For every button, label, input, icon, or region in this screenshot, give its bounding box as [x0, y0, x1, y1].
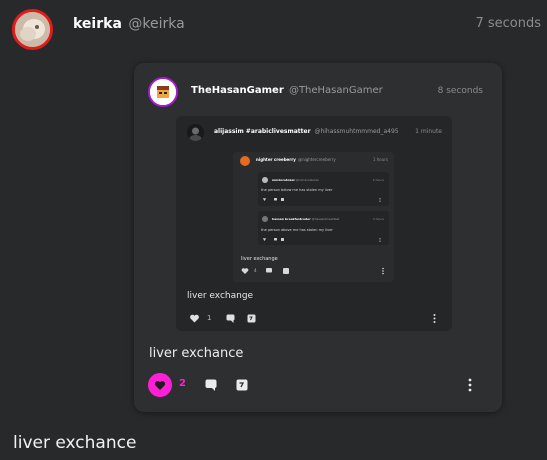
nested-4b-text: the person above me has stolen my liver — [261, 228, 333, 232]
comment-icon — [274, 238, 277, 241]
nested-4b-header: hassan breakfastcoder @hassanbreakfast — [272, 217, 339, 221]
nested-3-actions: 4 — [241, 267, 387, 275]
avatar-level4a[interactable] — [262, 177, 268, 183]
nested-4a-actions — [263, 198, 381, 202]
author-handle[interactable]: @nightercreeberry — [298, 157, 336, 162]
nested-2-timestamp: 1 minute — [415, 128, 442, 135]
post-header-keirka: keirka @keirka — [73, 16, 185, 32]
nested-3-text: liver exchange — [241, 256, 278, 262]
heart-icon — [154, 381, 166, 390]
author-name[interactable]: TheHasanGamer — [191, 85, 284, 96]
author-handle[interactable]: @hassanbreakfast — [312, 217, 340, 221]
nested-4a-timestamp: 2 hours — [372, 178, 384, 182]
more-icon — [379, 198, 381, 199]
avatar-level4b[interactable] — [262, 216, 268, 222]
nested-4b-timestamp: 3 hours — [372, 217, 384, 221]
quote-icon — [281, 198, 284, 201]
comment-icon[interactable] — [265, 267, 273, 275]
more-icon[interactable] — [467, 378, 473, 392]
nested-4a-header: mmdoretokal @mmdoretokal — [272, 178, 318, 182]
avatar-alijassim[interactable] — [187, 124, 204, 141]
nested-4b-actions — [263, 238, 381, 242]
like-count: 2 — [179, 378, 186, 389]
quote-icon[interactable] — [282, 267, 290, 275]
like-count: 1 — [207, 314, 212, 322]
more-icon[interactable] — [381, 267, 385, 275]
like-button[interactable] — [148, 373, 172, 397]
nested-4a-text: the person below me has stolen my liver — [261, 188, 333, 192]
comment-icon[interactable] — [204, 378, 218, 392]
quoted-post-header: TheHasanGamer @TheHasanGamer — [191, 85, 383, 96]
more-icon[interactable] — [432, 313, 437, 324]
author-name[interactable]: keirka — [73, 16, 122, 32]
avatar-thehasangamer[interactable] — [148, 77, 178, 107]
nested-3-timestamp: 1 hours — [372, 157, 388, 162]
nested-2-text: liver exchange — [187, 291, 254, 301]
author-handle[interactable]: @keirka — [128, 16, 184, 32]
quoted-post-actions: 2 — [148, 373, 478, 397]
heart-icon[interactable] — [189, 313, 200, 324]
heart-icon — [263, 238, 266, 241]
more-icon — [379, 238, 381, 239]
author-handle[interactable]: @TheHasanGamer — [289, 85, 383, 96]
comment-icon[interactable] — [225, 313, 236, 324]
nested-2-header: alijassim #arabiclivesmatter @hihassmuht… — [214, 128, 399, 135]
quoted-post-timestamp: 8 seconds — [437, 86, 483, 96]
avatar-image — [15, 12, 50, 47]
like-count: 4 — [254, 268, 257, 273]
author-handle[interactable]: @mmdoretokal — [296, 178, 319, 182]
avatar-image — [150, 79, 176, 105]
comment-icon — [274, 198, 277, 201]
author-handle[interactable]: @hihassmuhtmmmed_a495 — [314, 128, 398, 135]
author-name[interactable]: hassan breakfastcoder — [272, 217, 311, 221]
quote-icon — [281, 238, 284, 241]
author-name[interactable]: alijassim #arabiclivesmatter — [214, 128, 311, 135]
post-text: liver exchance — [13, 433, 137, 453]
quoted-post-text: liver exchance — [149, 346, 244, 361]
quote-icon[interactable] — [246, 313, 257, 324]
quote-icon[interactable] — [235, 378, 249, 392]
avatar-level3[interactable] — [240, 156, 250, 166]
avatar-keirka[interactable] — [12, 9, 53, 50]
avatar-image — [187, 124, 204, 141]
nested-2-actions: 1 — [189, 313, 439, 324]
heart-icon[interactable] — [241, 267, 249, 275]
post-timestamp: 7 seconds — [475, 16, 541, 31]
nested-3-header: nighter creeberry @nightercreeberry — [256, 157, 336, 162]
author-name[interactable]: mmdoretokal — [272, 178, 295, 182]
author-name[interactable]: nighter creeberry — [256, 157, 296, 162]
heart-icon — [263, 198, 266, 201]
